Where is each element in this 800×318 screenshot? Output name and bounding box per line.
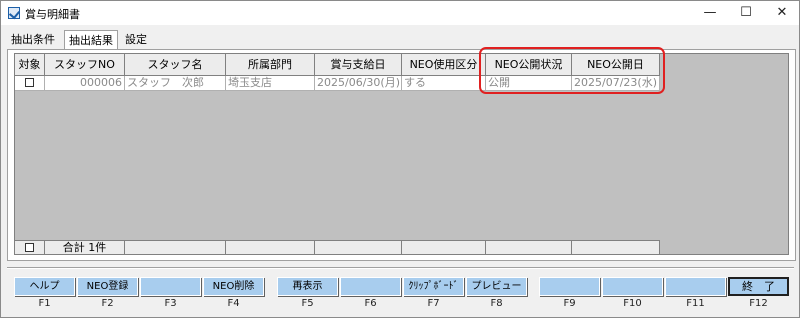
cell-department[interactable]: 埼玉支店 [226, 76, 315, 91]
tab-settings[interactable]: 設定 [121, 32, 151, 48]
refresh-button[interactable]: 再表示 [277, 277, 338, 296]
help-button[interactable]: ヘルプ [14, 277, 75, 296]
f2-key-label: F2 [101, 298, 114, 309]
clipboard-button[interactable]: ｸﾘｯﾌﾟﾎﾞｰﾄﾞ [403, 277, 464, 296]
footer-cell [402, 240, 486, 254]
column-header-staff-name[interactable]: スタッフ名 [125, 54, 226, 76]
window-title: 賞与明細書 [25, 8, 80, 21]
f5-key-label: F5 [301, 298, 314, 309]
neo-register-button[interactable]: NEO登録 [77, 277, 138, 296]
row-checkbox[interactable] [25, 78, 34, 87]
tab-extract-results[interactable]: 抽出結果 [64, 30, 118, 50]
column-header-neo-usage[interactable]: NEO使用区分 [402, 54, 486, 76]
cell-pay-date[interactable]: 2025/06/30(月) [315, 76, 402, 91]
app-icon [8, 7, 20, 19]
column-header-neo-date[interactable]: NEO公開日 [572, 54, 660, 76]
f9-button[interactable] [539, 277, 600, 296]
f4-key-label: F4 [227, 298, 240, 309]
f10-button[interactable] [602, 277, 663, 296]
f6-key-label: F6 [364, 298, 377, 309]
footer-cell [226, 240, 315, 254]
f12-key-label: F12 [749, 298, 768, 309]
select-all-checkbox[interactable] [25, 243, 34, 252]
footer-cell [486, 240, 572, 254]
f9-key-label: F9 [563, 298, 576, 309]
f6-button[interactable] [340, 277, 401, 296]
maximize-button[interactable]: ☐ [729, 1, 763, 25]
title-bar[interactable]: 賞与明細書 — ☐ ✕ [1, 1, 799, 25]
results-grid: 対象 スタッフNO スタッフ名 所属部門 賞与支給日 NEO使用区分 NEO公開… [14, 53, 789, 255]
neo-delete-button[interactable]: NEO削除 [203, 277, 264, 296]
footer-cell [315, 240, 402, 254]
cell-neo-usage[interactable]: する [402, 76, 486, 91]
f3-key-label: F3 [164, 298, 177, 309]
divider [7, 267, 794, 269]
column-header-staff-no[interactable]: スタッフNO [45, 54, 125, 76]
results-panel: 対象 スタッフNO スタッフ名 所属部門 賞与支給日 NEO使用区分 NEO公開… [7, 49, 796, 261]
column-header-target[interactable]: 対象 [15, 54, 45, 76]
column-header-neo-status[interactable]: NEO公開状況 [486, 54, 572, 76]
close-button[interactable]: ✕ [765, 1, 799, 25]
cell-staff-no[interactable]: 000006 [45, 76, 125, 91]
footer-checkbox-cell[interactable] [15, 240, 45, 254]
table-row-checkbox-cell[interactable] [15, 76, 45, 91]
f11-key-label: F11 [686, 298, 705, 309]
footer-total: 合計 1件 [45, 240, 125, 254]
f8-key-label: F8 [490, 298, 503, 309]
column-header-department[interactable]: 所属部門 [226, 54, 315, 76]
tab-extract-conditions[interactable]: 抽出条件 [7, 32, 59, 48]
footer-cell [125, 240, 226, 254]
footer-cell [572, 240, 660, 254]
f10-key-label: F10 [623, 298, 642, 309]
column-header-pay-date[interactable]: 賞与支給日 [315, 54, 402, 76]
cell-neo-date[interactable]: 2025/07/23(水) [572, 76, 660, 91]
f3-button[interactable] [140, 277, 201, 296]
preview-button[interactable]: プレビュー [466, 277, 527, 296]
function-key-bar: ヘルプ F1 NEO登録 F2 F3 NEO削除 F4 再表示 F5 F6 ｸﾘ… [13, 277, 791, 313]
cell-staff-name[interactable]: スタッフ 次郎 [125, 76, 226, 91]
minimize-button[interactable]: — [693, 1, 727, 25]
f7-key-label: F7 [427, 298, 440, 309]
exit-button[interactable]: 終 了 [728, 277, 789, 296]
app-window: 賞与明細書 — ☐ ✕ 抽出条件 抽出結果 設定 対象 スタッフNO スタッフ名… [0, 0, 800, 318]
f11-button[interactable] [665, 277, 726, 296]
f1-key-label: F1 [38, 298, 51, 309]
cell-neo-status[interactable]: 公開 [486, 76, 572, 91]
